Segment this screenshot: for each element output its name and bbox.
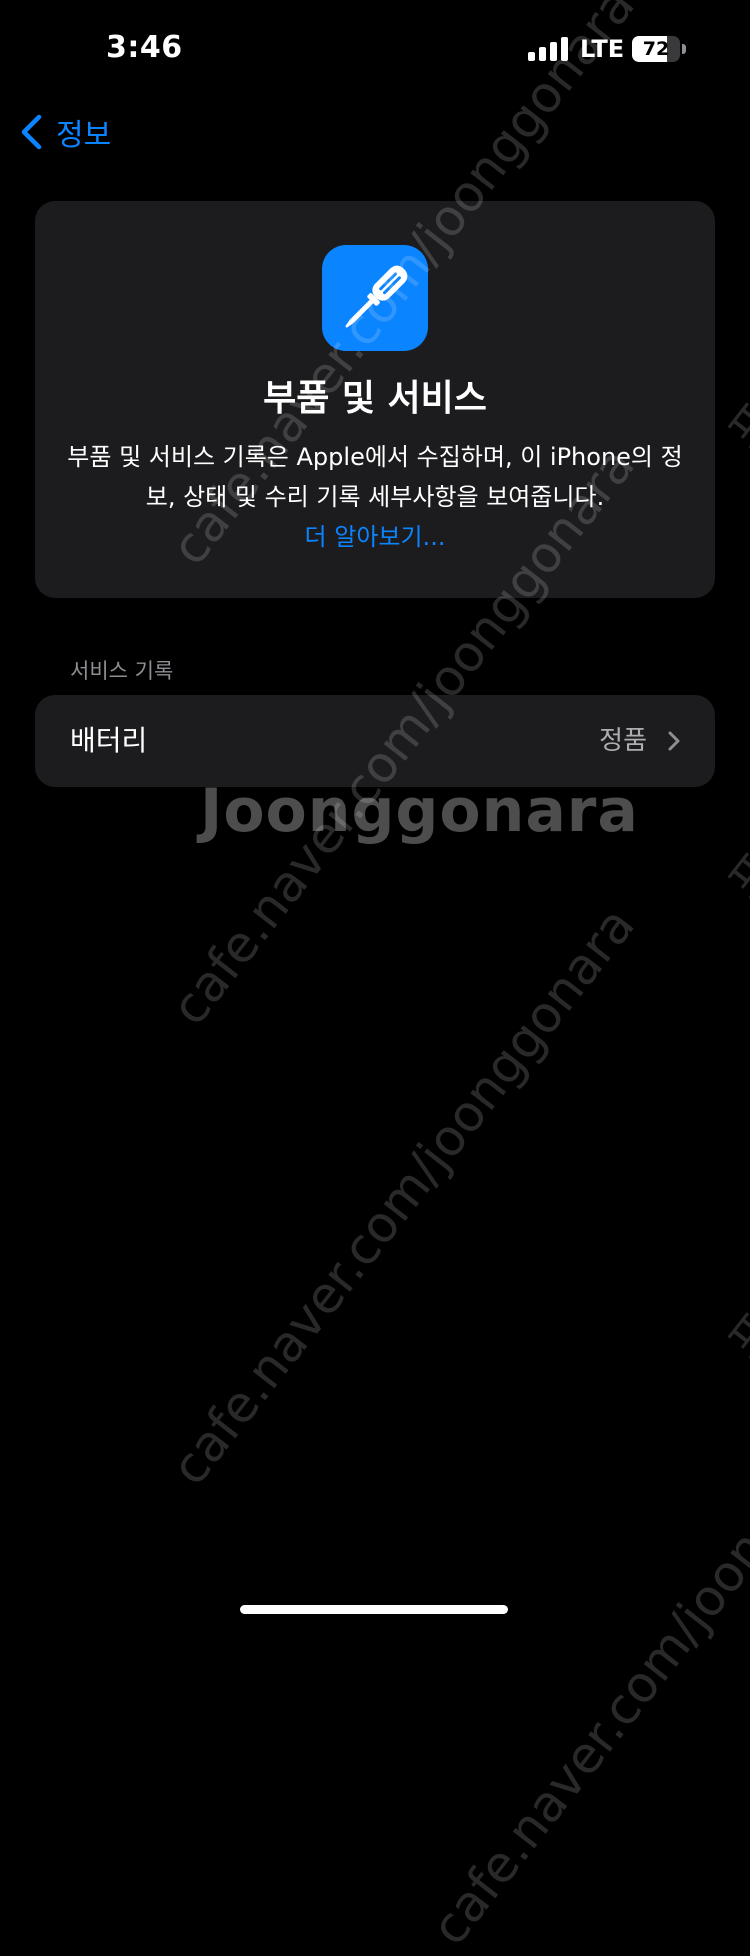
- card-description: 부품 및 서비스 기록은 Apple에서 수집하며, 이 iPhone의 정보,…: [67, 443, 683, 511]
- battery-status-value: 정품: [599, 726, 647, 756]
- battery-percentage: 72: [642, 38, 670, 60]
- watermark-text: cafe.naver.com/joonggonara: [160, 896, 646, 1496]
- learn-more-link[interactable]: 더 알아보기...: [35, 517, 715, 557]
- status-bar: 3:46 LTE 72: [0, 0, 750, 100]
- watermark-side-text: 포도: [717, 1268, 750, 1369]
- watermark-side-text: 포도: [717, 358, 750, 459]
- battery-row-label: 배터리: [70, 724, 148, 757]
- chevron-right-icon: [668, 731, 680, 751]
- service-history-list: 배터리 정품: [35, 695, 715, 787]
- back-button[interactable]: 정보: [20, 110, 111, 154]
- home-indicator[interactable]: [240, 1605, 508, 1614]
- back-label: 정보: [56, 118, 112, 153]
- status-time: 3:46: [106, 30, 183, 65]
- parts-service-card: 부품 및 서비스 부품 및 서비스 기록은 Apple에서 수집하며, 이 iP…: [35, 201, 715, 598]
- battery-icon: 72: [632, 36, 686, 62]
- chevron-left-icon: [21, 114, 42, 150]
- service-history-header: 서비스 기록: [70, 659, 174, 683]
- battery-row[interactable]: 배터리 정품: [35, 695, 715, 787]
- cellular-signal-icon: [528, 37, 568, 61]
- card-title: 부품 및 서비스: [263, 378, 487, 419]
- screwdriver-icon: [322, 245, 428, 351]
- watermark-text: cafe.naver.com/joonggonara: [420, 1356, 750, 1956]
- network-type-label: LTE: [580, 35, 625, 63]
- watermark-side-text: 포도: [717, 808, 750, 909]
